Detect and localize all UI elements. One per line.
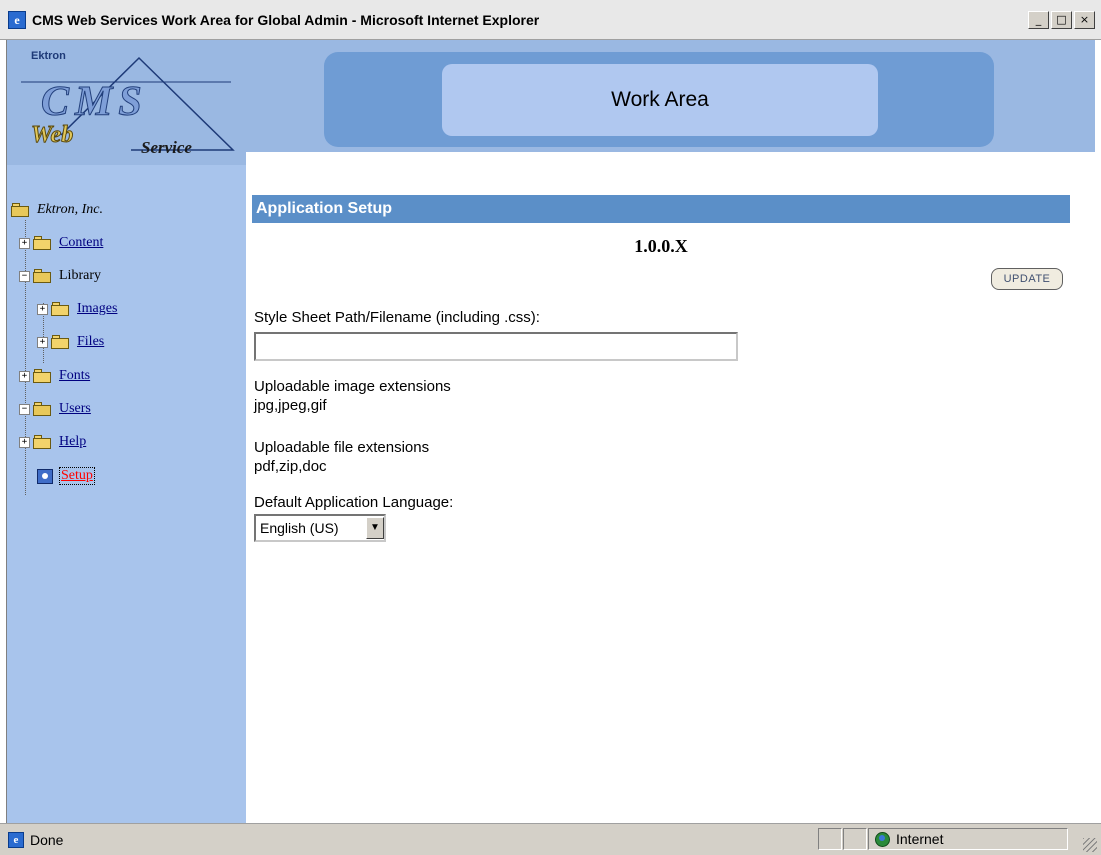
tree-item-label[interactable]: Users — [59, 401, 91, 417]
language-label: Default Application Language: — [254, 494, 454, 511]
logo-area: Ektron CMS Web Service — [7, 40, 247, 165]
language-select[interactable]: English (US) ▼ — [254, 514, 386, 542]
file-extensions-label: Uploadable file extensions — [254, 439, 430, 456]
logo-company: Ektron — [31, 50, 66, 62]
tree-item-fonts[interactable]: + Fonts — [19, 366, 90, 386]
cms-web-service-logo: Ektron CMS Web Service — [21, 50, 239, 158]
update-button[interactable]: UPDATE — [991, 268, 1063, 290]
logo-cms-text: CMS — [41, 79, 148, 126]
minimize-button[interactable]: _ — [1028, 11, 1049, 29]
status-panel — [843, 828, 867, 850]
open-folder-icon — [33, 402, 53, 416]
file-extensions-value: pdf,zip,doc — [254, 458, 327, 475]
css-path-label: Style Sheet Path/Filename (including .cs… — [254, 309, 540, 326]
version-text: 1.0.0.X — [634, 236, 688, 256]
status-panel — [818, 828, 842, 850]
tree-root-label: Ektron, Inc. — [37, 202, 103, 217]
logo-web-text: Web — [30, 122, 74, 149]
tree-item-setup[interactable]: Setup — [33, 466, 95, 486]
ie-page-icon: e — [8, 831, 24, 848]
tree-item-content[interactable]: + Content — [19, 233, 103, 253]
window-controls: _ □ × — [1028, 11, 1095, 29]
tree-item-library[interactable]: − Library — [19, 266, 101, 286]
dropdown-arrow-icon[interactable]: ▼ — [366, 517, 384, 539]
header-title: Work Area — [442, 64, 878, 136]
main-content: Application Setup 1.0.0.X UPDATE Style S… — [246, 152, 1095, 823]
globe-icon — [875, 831, 890, 847]
close-button[interactable]: × — [1074, 11, 1095, 29]
setup-icon — [37, 468, 53, 484]
image-extensions-label: Uploadable image extensions — [254, 378, 451, 395]
tree-item-label[interactable]: Help — [59, 434, 86, 450]
open-folder-icon — [11, 203, 31, 217]
folder-icon — [51, 335, 71, 349]
zone-label: Internet — [896, 831, 944, 847]
tree-item-label[interactable]: Fonts — [59, 368, 90, 384]
open-folder-icon — [33, 269, 53, 283]
tree-item-images[interactable]: + Images — [37, 299, 117, 319]
ie-icon: e — [8, 10, 26, 29]
status-text: Done — [30, 831, 64, 848]
image-extensions-value: jpg,jpeg,gif — [254, 397, 327, 414]
css-path-input[interactable] — [254, 332, 738, 361]
window-title-bar: e CMS Web Services Work Area for Global … — [0, 0, 1101, 40]
tree-item-label[interactable]: Files — [77, 334, 104, 350]
expand-icon[interactable]: + — [19, 370, 30, 382]
tree-item-users[interactable]: − Users — [19, 399, 91, 419]
tree-item-files[interactable]: + Files — [37, 332, 104, 352]
resize-grip-icon[interactable] — [1083, 838, 1097, 852]
tree-root[interactable]: Ektron, Inc. — [11, 200, 103, 220]
tree-item-label[interactable]: Images — [77, 301, 117, 317]
folder-icon — [33, 435, 53, 449]
window-title: CMS Web Services Work Area for Global Ad… — [32, 11, 540, 28]
collapse-icon[interactable]: − — [19, 270, 30, 282]
expand-icon[interactable]: + — [37, 336, 48, 348]
security-zone: Internet — [868, 828, 1068, 850]
section-title: Application Setup — [252, 195, 1070, 223]
header-banner: Work Area — [246, 40, 1095, 152]
expand-icon[interactable]: + — [19, 436, 30, 448]
collapse-icon[interactable]: − — [19, 403, 30, 415]
status-bar: e Done Internet — [0, 823, 1101, 855]
tree-item-label[interactable]: Library — [59, 268, 101, 284]
expand-icon[interactable]: + — [37, 303, 48, 315]
tree-item-label[interactable]: Content — [59, 235, 103, 251]
folder-icon — [33, 369, 53, 383]
tree-item-label[interactable]: Setup — [59, 467, 95, 485]
maximize-button[interactable]: □ — [1051, 11, 1072, 29]
folder-icon — [51, 302, 71, 316]
folder-icon — [33, 236, 53, 250]
expand-icon[interactable]: + — [19, 237, 30, 249]
tree-item-help[interactable]: + Help — [19, 432, 86, 452]
logo-service-text: Service — [141, 138, 192, 157]
language-selected-value: English (US) — [260, 520, 339, 536]
sidebar: Ektron CMS Web Service Ektron, Inc. + Co… — [6, 40, 247, 823]
